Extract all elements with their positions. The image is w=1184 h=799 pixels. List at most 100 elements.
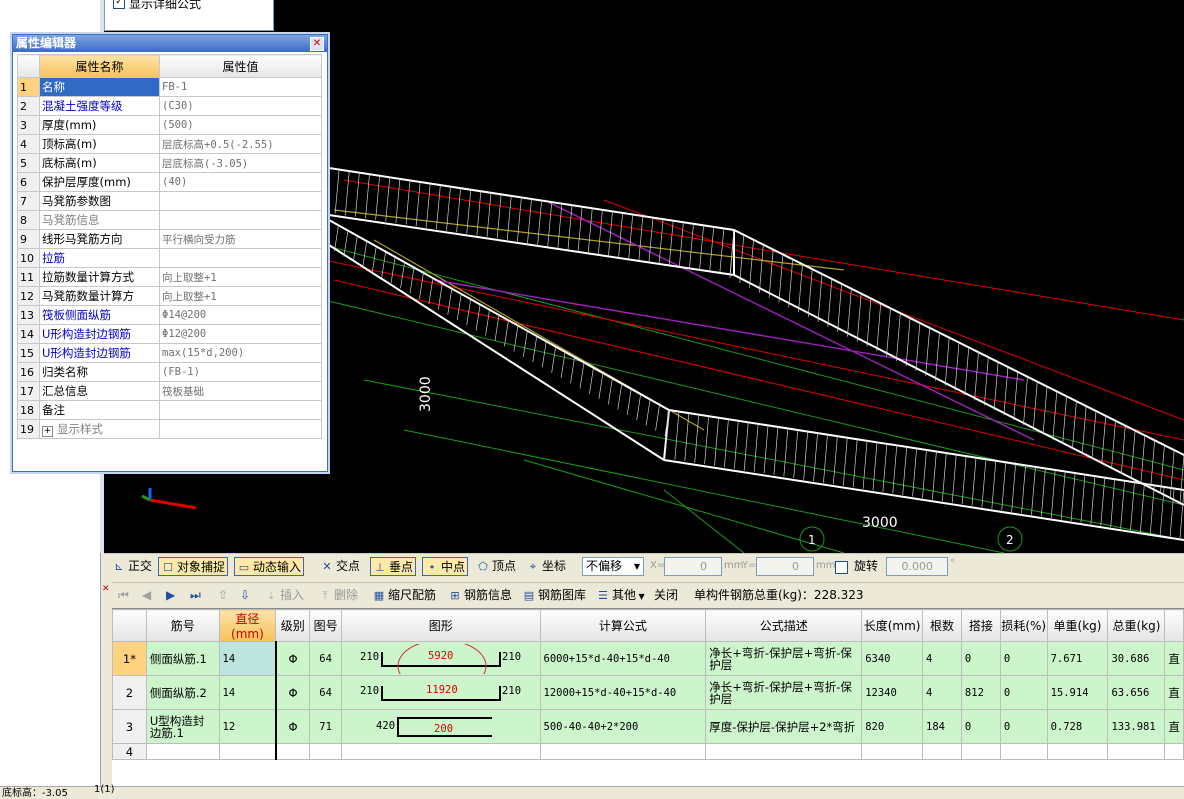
row-number[interactable]: 1*: [112, 641, 147, 676]
rebar-cell-fig[interactable]: 71: [309, 709, 343, 744]
property-name[interactable]: 马凳筋信息: [39, 210, 160, 230]
rebar-cell-dia[interactable]: 14: [218, 641, 277, 676]
rebar-cell-length[interactable]: 12340: [861, 675, 924, 710]
rebar-cell-count[interactable]: 4: [922, 675, 962, 710]
rebar-cell-count[interactable]: 4: [922, 641, 962, 676]
rebar-cell-count[interactable]: 184: [922, 709, 962, 744]
property-value[interactable]: Φ14@200: [159, 305, 322, 325]
property-name[interactable]: 马凳筋参数图: [39, 191, 160, 211]
property-name[interactable]: 底标高(m): [39, 153, 160, 173]
rebar-cell-total_w[interactable]: [1107, 743, 1166, 760]
rebar-cell-desc[interactable]: [705, 743, 863, 760]
shape-right-value[interactable]: 210: [502, 685, 521, 697]
property-row[interactable]: 13 筏板侧面纵筋 Φ14@200: [17, 305, 322, 325]
shape-mid-value[interactable]: 200: [434, 723, 453, 735]
property-name[interactable]: 拉筋: [39, 248, 160, 268]
row-number[interactable]: 4: [112, 743, 147, 760]
rebar-cell-lap[interactable]: 0: [960, 641, 1001, 676]
rebar-cell-fig[interactable]: [309, 743, 343, 760]
rebar-cell-extra[interactable]: [1164, 743, 1184, 760]
property-row[interactable]: 12 马凳筋数量计算方 向上取整+1: [17, 286, 322, 306]
property-value[interactable]: [159, 210, 322, 230]
rebar-column-header[interactable]: 长度(mm): [861, 609, 924, 642]
property-row[interactable]: 10 拉筋: [17, 248, 322, 268]
rebar-cell-extra[interactable]: 直: [1164, 641, 1184, 676]
shape-left-value[interactable]: 210: [360, 651, 379, 663]
panel-close-icon[interactable]: ✕: [102, 585, 110, 594]
rebar-cell-formula[interactable]: 500-40-40+2*200: [539, 709, 707, 744]
insert-button[interactable]: ⤓ 插入: [262, 586, 306, 605]
rebar-column-header[interactable]: 直径(mm): [218, 609, 277, 642]
midpoint-button[interactable]: • 中点: [422, 557, 469, 576]
expand-icon[interactable]: +: [42, 426, 53, 437]
rebar-cell-extra[interactable]: 直: [1164, 675, 1184, 710]
rebar-cell-count[interactable]: [922, 743, 962, 760]
property-value[interactable]: 平行横向受力筋: [159, 229, 322, 249]
row-number[interactable]: 3: [112, 709, 147, 744]
coordinate-button[interactable]: ⌖ 坐标: [524, 557, 568, 576]
rebar-cell-name[interactable]: 侧面纵筋.1: [145, 641, 220, 676]
property-name-header[interactable]: 属性名称: [39, 54, 160, 78]
rebar-column-header[interactable]: 公式描述: [705, 609, 863, 642]
rebar-column-header[interactable]: 搭接: [960, 609, 1001, 642]
rebar-cell-loss[interactable]: [999, 743, 1048, 760]
rebar-cell-grade[interactable]: Φ: [275, 675, 311, 710]
rebar-cell-grade[interactable]: Φ: [275, 641, 311, 676]
property-editor-window[interactable]: 属性编辑器 ✕ 属性名称 属性值 1 名称 FB-1 2 混凝土强度等级 (C30) 3 厚度…: [12, 34, 328, 472]
rebar-column-header[interactable]: 根数: [922, 609, 962, 642]
object-snap-button[interactable]: ☐ 对象捕捉: [158, 557, 229, 576]
move-up-button[interactable]: ⇧: [216, 586, 230, 605]
property-name[interactable]: U形构造封边钢筋: [39, 343, 160, 363]
prev-record-button[interactable]: ◀: [140, 586, 153, 605]
rebar-cell-unit_w[interactable]: 7.671: [1046, 641, 1109, 676]
property-name[interactable]: 保护层厚度(mm): [39, 172, 160, 192]
rebar-cell-name[interactable]: [145, 743, 220, 760]
property-value[interactable]: (FB-1): [159, 362, 322, 382]
rebar-cell-desc[interactable]: 净长+弯折-保护层+弯折-保护层: [705, 641, 863, 676]
dynamic-input-button[interactable]: ▭ 动态输入: [234, 557, 305, 576]
property-value[interactable]: 筏板基础: [159, 381, 322, 401]
property-name[interactable]: 归类名称: [39, 362, 160, 382]
rebar-cell-dia[interactable]: 14: [218, 675, 277, 710]
property-row[interactable]: 1 名称 FB-1: [17, 77, 322, 97]
ortho-button[interactable]: ⊾ 正交: [110, 557, 154, 576]
perpendicular-button[interactable]: ⊥ 垂点: [370, 557, 417, 576]
rebar-column-header[interactable]: 计算公式: [539, 609, 707, 642]
property-value[interactable]: 向上取整+1: [159, 267, 322, 287]
property-row[interactable]: 17 汇总信息 筏板基础: [17, 381, 322, 401]
property-row[interactable]: 9 线形马凳筋方向 平行横向受力筋: [17, 229, 322, 249]
property-value[interactable]: 层底标高(-3.05): [159, 153, 322, 173]
property-value[interactable]: (40): [159, 172, 322, 192]
rebar-cell-grade[interactable]: [275, 743, 311, 760]
property-value[interactable]: 向上取整+1: [159, 286, 322, 306]
next-record-button[interactable]: ▶: [164, 586, 177, 605]
rebar-cell-grade[interactable]: Φ: [275, 709, 311, 744]
property-row[interactable]: 3 厚度(mm) (500): [17, 115, 322, 135]
shape-right-value[interactable]: 210: [502, 651, 521, 663]
rebar-column-header[interactable]: 筋号: [145, 609, 220, 642]
rebar-cell-formula[interactable]: 12000+15*d-40+15*d-40: [539, 675, 707, 710]
rebar-shape-cell[interactable]: [341, 743, 541, 760]
table-row[interactable]: 4: [112, 743, 1184, 760]
delete-button[interactable]: ⤒ 删除: [316, 586, 360, 605]
first-record-button[interactable]: ⏮: [116, 586, 131, 605]
y-coordinate-input[interactable]: 0: [756, 557, 814, 576]
rebar-cell-loss[interactable]: 0: [999, 675, 1048, 710]
move-down-button[interactable]: ⇩: [238, 586, 252, 605]
rebar-cell-extra[interactable]: 直: [1164, 709, 1184, 744]
shape-mid-value[interactable]: 5920: [428, 650, 453, 662]
property-row[interactable]: 7 马凳筋参数图: [17, 191, 322, 211]
property-name[interactable]: 马凳筋数量计算方: [39, 286, 160, 306]
rebar-info-button[interactable]: ⊞ 钢筋信息: [446, 586, 514, 605]
rotate-checkbox[interactable]: [835, 561, 848, 574]
rebar-cell-total_w[interactable]: 133.981: [1107, 709, 1166, 744]
property-row[interactable]: 11 拉筋数量计算方式 向上取整+1: [17, 267, 322, 287]
other-menu-button[interactable]: ☰ 其他 ▼: [594, 586, 647, 605]
rebar-cell-unit_w[interactable]: 15.914: [1046, 675, 1109, 710]
property-value[interactable]: max(15*d,200): [159, 343, 322, 363]
shape-left-value[interactable]: 420: [376, 720, 395, 732]
last-record-button[interactable]: ⏭: [188, 586, 203, 605]
rebar-cell-desc[interactable]: 厚度-保护层-保护层+2*弯折: [705, 709, 863, 744]
property-value[interactable]: 层底标高+0.5(-2.55): [159, 134, 322, 154]
property-name[interactable]: 备注: [39, 400, 160, 420]
